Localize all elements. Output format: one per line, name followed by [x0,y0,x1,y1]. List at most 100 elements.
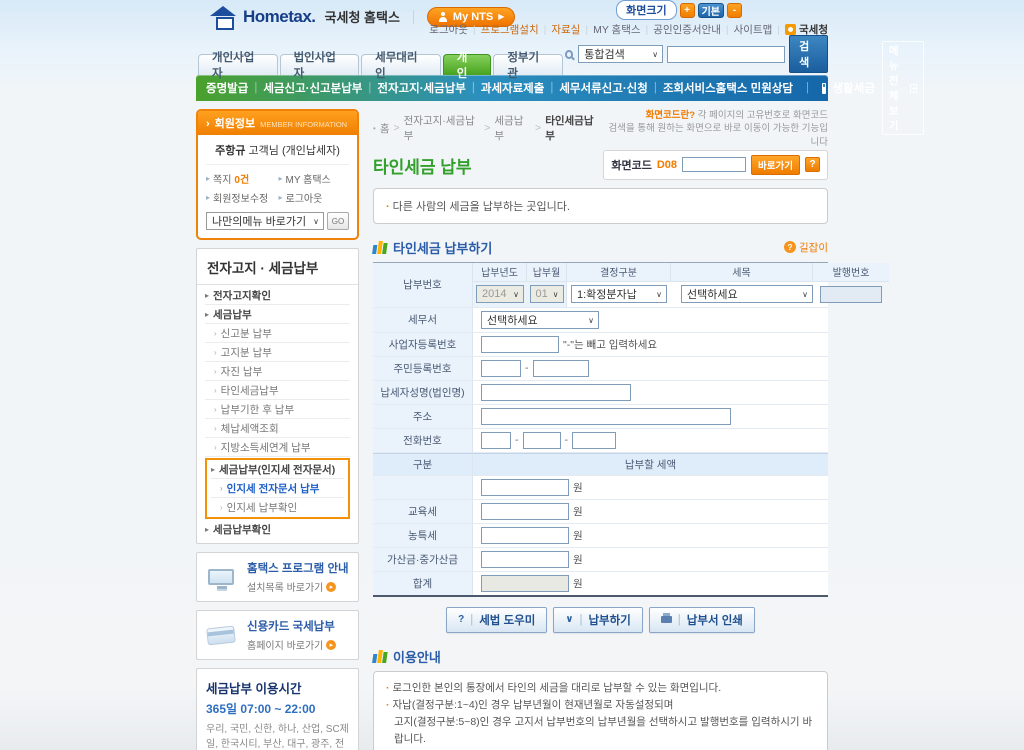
dash-separator [565,434,569,446]
decision-type-select[interactable]: 1:확정분자납 [571,285,667,304]
my-hometax-side-link[interactable]: ▸ MY 홈택스 [279,171,350,186]
life-tax-link[interactable]: 생활세금 [833,80,875,96]
quick-menu-go-button[interactable]: GO [327,212,349,230]
tax-law-helper-label: 세법 도우미 [479,614,536,627]
col-tax-item-header: 세목 [671,262,813,281]
phone-input-2[interactable] [522,431,561,449]
menu-stamp-tax-payment-active[interactable]: › 인지세 전자문서 납부 [211,479,344,498]
member-greeting: 주항규 고객님 (개인납세자) [206,142,349,165]
screen-code-go-button[interactable]: 바로가기 [751,154,800,175]
cert-center-link[interactable]: 공인인증서안내 [653,22,721,37]
pay-button[interactable]: ∨ 납부하기 [553,606,643,633]
year-select[interactable]: 2014 [476,285,524,304]
program-install-link[interactable]: 프로그램설치 [481,22,539,37]
nts-link[interactable]: 국세청 [799,22,828,37]
education-tax-input[interactable] [481,502,569,520]
expand-icon [910,83,917,93]
my-hometax-link[interactable]: MY 홈택스 [593,22,640,37]
menu-after-deadline[interactable]: › 납부기한 후 납부 [205,400,350,419]
tax-office-select[interactable]: 선택하세요 [481,310,599,329]
program-guide-box: 홈택스 프로그램 안내 설치목록 바로가기 [196,552,359,602]
homepage-link[interactable]: 홈페이지 바로가기 [247,637,337,652]
arrow-icon: › [214,366,217,376]
my-nts-label: My NTS [452,10,494,23]
menu-filed-payment[interactable]: › 신고분 납부 [205,324,350,343]
quick-menu-value: 나만의메뉴 바로가기 [212,216,307,228]
form-section-header: 타인세금 납부하기 길잡이 [372,238,828,257]
resident-number-input-2[interactable] [532,359,589,377]
resident-number-input-1[interactable] [481,359,521,377]
menu-tax-payment[interactable]: ▸ 세금납부 [205,305,350,324]
nav-tax-data[interactable]: 과세자료제출 [481,80,544,96]
my-hometax-label: MY 홈택스 [285,175,331,186]
menu-noticed-payment[interactable]: › 고지분 납부 [205,343,350,362]
nav-tax-return[interactable]: 세금신고·신고분납부 [263,80,362,96]
zoom-out-button[interactable]: - [727,2,742,18]
materials-link[interactable]: 자료실 [551,22,580,37]
tab-corporate-business[interactable]: 법인사업자 [279,52,360,80]
business-number-row: 사업자등록번호 "-"는 빼고 입력하세요 [373,332,828,357]
install-list-link[interactable]: 설치목록 바로가기 [247,579,349,594]
service-hours-time: 365일 07:00 ~ 22:00 [206,702,316,716]
header: Hometax. 국세청 홈택스 My NTS ▶ 화면크기 + 기본 - 로그… [196,0,828,52]
counsel-link[interactable]: 홈택스 민원상담 [716,80,793,96]
logout-link[interactable]: 로그아웃 [429,22,468,37]
logout-side-link[interactable]: ▸ 로그아웃 [279,190,350,205]
total-row: 합계 원 [373,571,828,595]
nav-inquiry[interactable]: 조회서비스 [663,80,716,96]
usage-text: 로그인한 본인의 통장에서 타인의 세금을 대리로 납부할 수 있는 화면입니다… [392,681,722,694]
address-input[interactable] [481,407,731,425]
menu-payment-confirm[interactable]: ▸ 세금납부확인 [205,520,350,539]
sitemap-link[interactable]: 사이트맵 [734,22,773,37]
tax-law-helper-button[interactable]: ? 세법 도우미 [446,606,548,633]
nav-certificates[interactable]: 증명발급 [206,80,248,96]
menu-stamp-tax-group[interactable]: ▸ 세금납부(인지세 전자문서) [211,460,344,479]
business-number-input[interactable] [481,335,559,353]
zoom-in-button[interactable]: + [679,2,695,18]
divider: | [254,82,258,94]
messages-count: 0건 [234,175,250,186]
messages-link[interactable]: ▸ 쪽지 0건 [206,171,277,186]
divider: | [805,82,809,94]
tax-item-select[interactable]: 선택하세요 [681,285,813,304]
edit-profile-link[interactable]: ▸ 회원정보수정 [206,190,277,205]
chevron-down-icon [549,288,559,300]
guide-link[interactable]: 길잡이 [784,240,828,255]
phone-input-1[interactable] [481,431,511,449]
quick-menu-select[interactable]: 나만의메뉴 바로가기 [206,212,324,230]
arrow-icon: › [206,118,210,130]
breadcrumb-enotice[interactable]: 전자고지·세금납부 [404,113,481,143]
zoom-default-button[interactable]: 기본 [697,2,724,18]
tab-tax-agent[interactable]: 세무대리인 [361,52,441,80]
guide-label: 길잡이 [799,241,828,254]
tab-government[interactable]: 정부기관 [493,52,563,80]
all-menu-button[interactable]: 메뉴전체보기 [881,41,924,135]
nav-enotice-payment[interactable]: 전자고지·세금납부 [377,80,465,96]
business-number-label: 사업자등록번호 [373,332,473,356]
breadcrumb-home[interactable]: 홈 [380,121,390,136]
menu-enotice-check[interactable]: ▸ 전자고지확인 [205,286,350,305]
menu-local-income-tax[interactable]: › 지방소득세연계 납부 [205,438,350,457]
breadcrumb-payment[interactable]: 세금납부 [494,113,531,143]
phone-input-3[interactable] [572,431,616,449]
menu-other-person-tax[interactable]: › 타인세금납부 [205,381,350,400]
issue-number-input[interactable] [820,285,882,303]
divider: | [777,23,781,36]
screen-code-help-button[interactable]: ? [805,157,820,173]
nav-documents[interactable]: 세무서류신고·신청 [559,80,647,96]
menu-stamp-tax-confirm[interactable]: › 인지세 납부확인 [211,498,344,517]
tab-individual[interactable]: 개인 [442,52,492,80]
menu-voluntary-payment[interactable]: › 자진 납부 [205,362,350,381]
form-section-title: 타인세금 납부하기 [393,240,493,256]
screen-code-input[interactable] [682,157,747,173]
month-select[interactable]: 01 [529,285,564,304]
credit-card-title: 신용카드 국세납부 [247,621,335,633]
rural-tax-input[interactable] [481,526,569,544]
highlighted-menu-group: ▸ 세금납부(인지세 전자문서) › 인지세 전자문서 납부 › 인지세 납부확인 [205,458,350,519]
menu-arrears-inquiry[interactable]: › 체납세액조회 [205,419,350,438]
surcharge-input[interactable] [481,550,569,568]
tab-individual-business[interactable]: 개인사업자 [198,52,278,80]
taxpayer-name-input[interactable] [481,383,631,401]
print-payment-slip-button[interactable]: 납부서 인쇄 [648,606,755,633]
main-tax-input[interactable] [481,478,569,496]
